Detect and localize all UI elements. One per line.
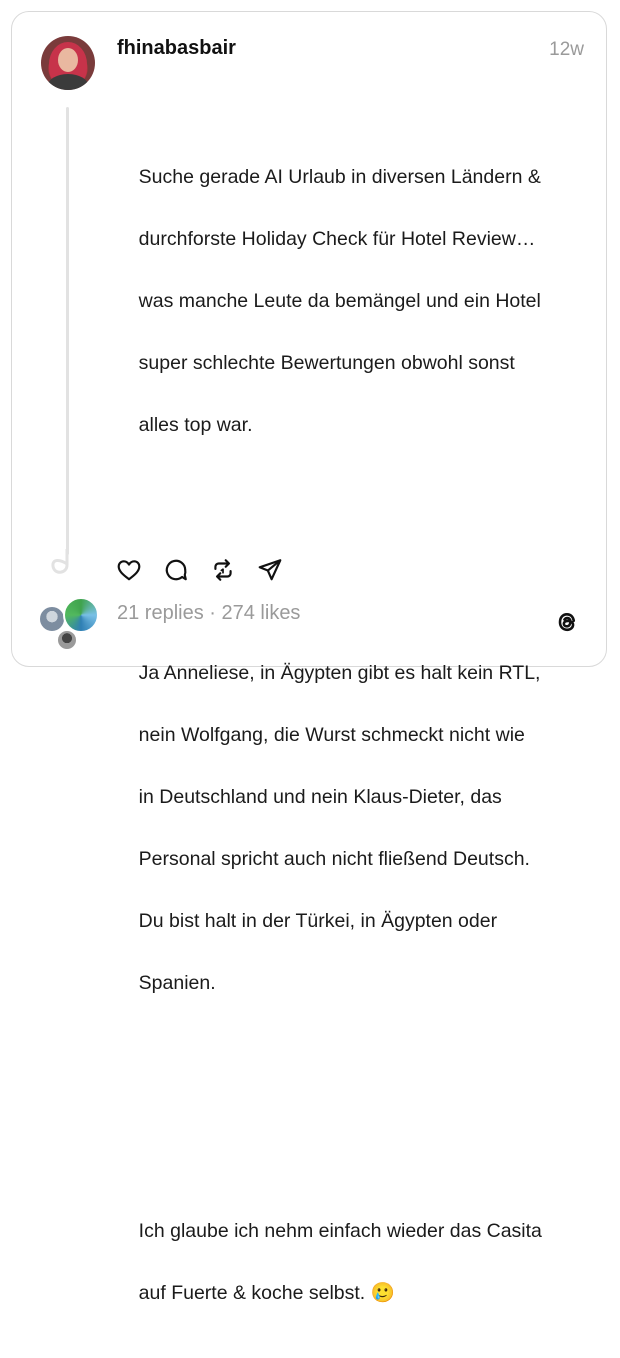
text-line: in Deutschland und nein Klaus-Dieter, da… (138, 786, 502, 808)
text-line: Personal spricht auch nicht fließend Deu… (138, 848, 530, 870)
text-line: nein Wolfgang, die Wurst schmeckt nicht … (138, 724, 525, 746)
threads-logo-icon[interactable] (553, 608, 581, 636)
text-line: alles top war. (138, 414, 253, 436)
text-line: Du bist halt in der Türkei, in Ägypten o… (138, 910, 498, 932)
post-stats: 21 replies · 274 likes (117, 602, 300, 625)
replies-count[interactable]: 21 replies (117, 602, 204, 624)
comment-icon (165, 559, 187, 581)
action-bar (116, 556, 304, 584)
post-time[interactable]: 12w (549, 39, 584, 61)
comment-button[interactable] (163, 556, 210, 584)
text-line: durchforste Holiday Check für Hotel Revi… (138, 228, 536, 250)
share-icon (258, 559, 282, 581)
thread-curl-icon (51, 549, 69, 574)
heart-icon (117, 560, 141, 581)
user-avatar[interactable] (41, 36, 95, 90)
avatar (56, 629, 78, 651)
text-line: Suche gerade AI Urlaub in diversen Lände… (138, 166, 541, 188)
text-line: Ja Anneliese, in Ägypten gibt es halt ke… (138, 662, 541, 684)
text-line: Spanien. (138, 972, 216, 994)
repost-button[interactable] (210, 556, 257, 584)
username[interactable]: fhinabasbair (117, 37, 236, 60)
avatar (63, 597, 99, 633)
like-button[interactable] (116, 556, 163, 584)
text-line: was manche Leute da bemängel und ein Hot… (138, 290, 541, 312)
paragraph-1: Suche gerade AI Urlaub in diversen Lände… (117, 131, 587, 472)
text-line: super schlechte Bewertungen obwohl sonst (138, 352, 515, 374)
text-line: auf Fuerte & koche selbst. 🥲 (138, 1282, 395, 1304)
paragraph-3: Ich glaube ich nehm einfach wieder das C… (117, 1185, 587, 1340)
post-text: Suche gerade AI Urlaub in diversen Lände… (117, 69, 587, 1358)
stats-separator: · (203, 602, 222, 624)
text-line: Ich glaube ich nehm einfach wieder das C… (138, 1220, 542, 1242)
avatar (38, 605, 66, 633)
paragraph-2: Ja Anneliese, in Ägypten gibt es halt ke… (117, 627, 587, 1030)
thread-line (66, 107, 69, 555)
replier-avatars[interactable] (38, 597, 100, 653)
repost-icon (214, 559, 232, 581)
share-button[interactable] (257, 556, 304, 584)
likes-count[interactable]: 274 likes (222, 602, 301, 624)
